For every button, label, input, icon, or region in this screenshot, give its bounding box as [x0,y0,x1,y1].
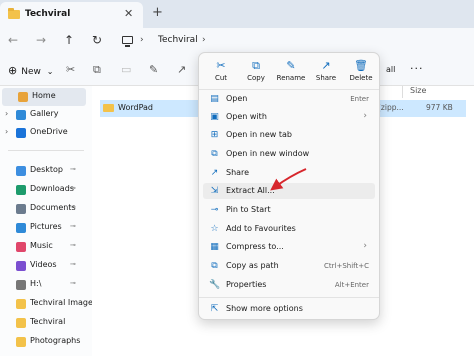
annotation-arrow [270,168,307,191]
